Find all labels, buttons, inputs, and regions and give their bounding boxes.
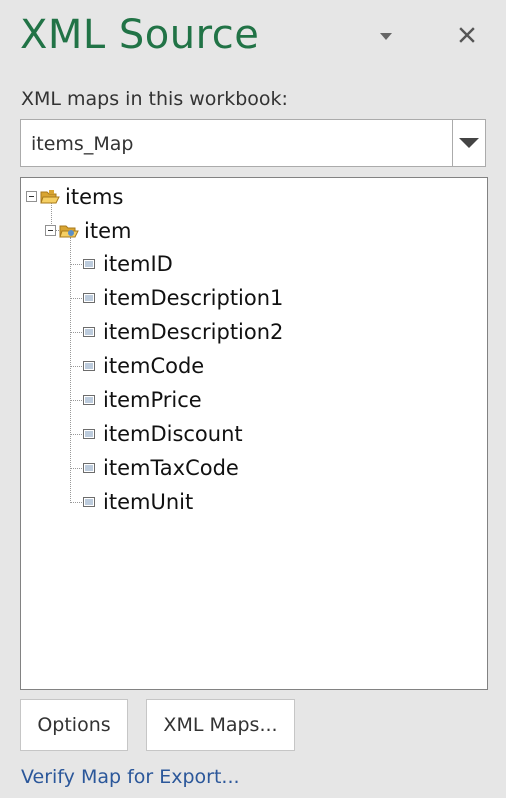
tree-node-label: itemUnit	[103, 490, 194, 514]
dropdown-arrow-button[interactable]	[452, 120, 485, 166]
tree-node-item[interactable]: item	[59, 216, 131, 246]
tree-node-label: itemDescription1	[103, 286, 284, 310]
element-icon	[83, 463, 95, 473]
pane-title: XML Source	[20, 12, 260, 58]
close-icon	[459, 27, 475, 43]
tree-node-element[interactable]: itemCode	[81, 351, 204, 381]
element-icon	[83, 259, 95, 269]
tree-node-label: itemDescription2	[103, 320, 284, 344]
tree-node-label: itemDiscount	[103, 422, 243, 446]
element-icon	[83, 497, 95, 507]
element-icon	[83, 327, 95, 337]
tree-node-label: itemTaxCode	[103, 456, 239, 480]
tree-node-items[interactable]: items	[40, 182, 123, 212]
tree-node-element[interactable]: itemDiscount	[81, 419, 243, 449]
tree-node-element[interactable]: itemUnit	[81, 487, 193, 517]
verify-map-for-export-link[interactable]: Verify Map for Export...	[21, 766, 240, 788]
tree-node-label: itemID	[103, 252, 173, 276]
element-icon	[83, 293, 95, 303]
pane-options-menu-button[interactable]	[374, 24, 398, 48]
xml-tree-view[interactable]: items item itemID itemDescription1 itemD…	[20, 177, 488, 690]
tree-node-element[interactable]: itemTaxCode	[81, 453, 239, 483]
tree-node-element[interactable]: itemID	[81, 249, 173, 279]
tree-connector	[70, 237, 71, 503]
xml-map-selected-value: items_Map	[31, 133, 134, 155]
xml-maps-button[interactable]: XML Maps...	[146, 699, 295, 751]
dropdown-arrow-icon	[459, 138, 479, 148]
element-icon	[83, 361, 95, 371]
collapse-toggle-items[interactable]	[26, 191, 37, 202]
tree-node-element[interactable]: itemDescription2	[81, 317, 283, 347]
options-button[interactable]: Options	[20, 699, 128, 751]
tree-node-label: itemCode	[103, 354, 205, 378]
collapse-toggle-item[interactable]	[45, 225, 56, 236]
element-icon	[83, 429, 95, 439]
xml-map-dropdown[interactable]: items_Map	[20, 119, 486, 167]
tree-node-element[interactable]: itemPrice	[81, 385, 202, 415]
tree-node-label: items	[65, 185, 124, 209]
xml-maps-label: XML maps in this workbook:	[21, 88, 288, 110]
tree-node-label: item	[84, 219, 132, 243]
chevron-down-icon	[380, 32, 392, 40]
pane-close-button[interactable]	[454, 22, 480, 48]
element-icon	[83, 395, 95, 405]
folder-icon	[40, 190, 60, 204]
tree-node-element[interactable]: itemDescription1	[81, 283, 283, 313]
tree-node-label: itemPrice	[103, 388, 202, 412]
folder-icon	[59, 225, 79, 238]
